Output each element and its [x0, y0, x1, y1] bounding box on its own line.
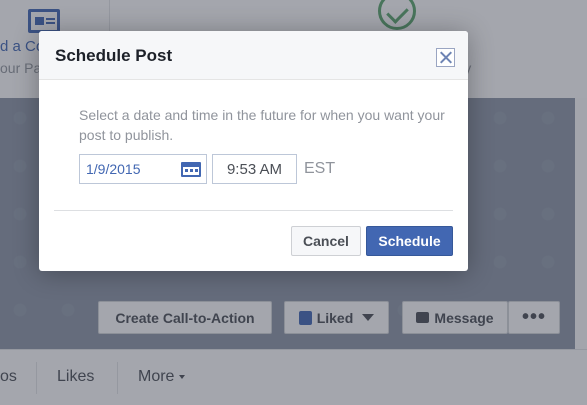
schedule-button[interactable]: Schedule — [366, 226, 453, 256]
dialog-title: Schedule Post — [55, 46, 173, 65]
close-icon[interactable] — [436, 48, 455, 67]
timezone-label: EST — [304, 160, 336, 177]
calendar-icon[interactable] — [181, 162, 201, 177]
schedule-post-dialog: Schedule Post Select a date and time in … — [39, 31, 468, 271]
dialog-description: Select a date and time in the future for… — [79, 107, 445, 143]
dialog-header: Schedule Post — [39, 31, 468, 80]
cancel-button[interactable]: Cancel — [291, 226, 361, 256]
time-input[interactable] — [212, 154, 297, 184]
dialog-divider — [54, 210, 453, 211]
